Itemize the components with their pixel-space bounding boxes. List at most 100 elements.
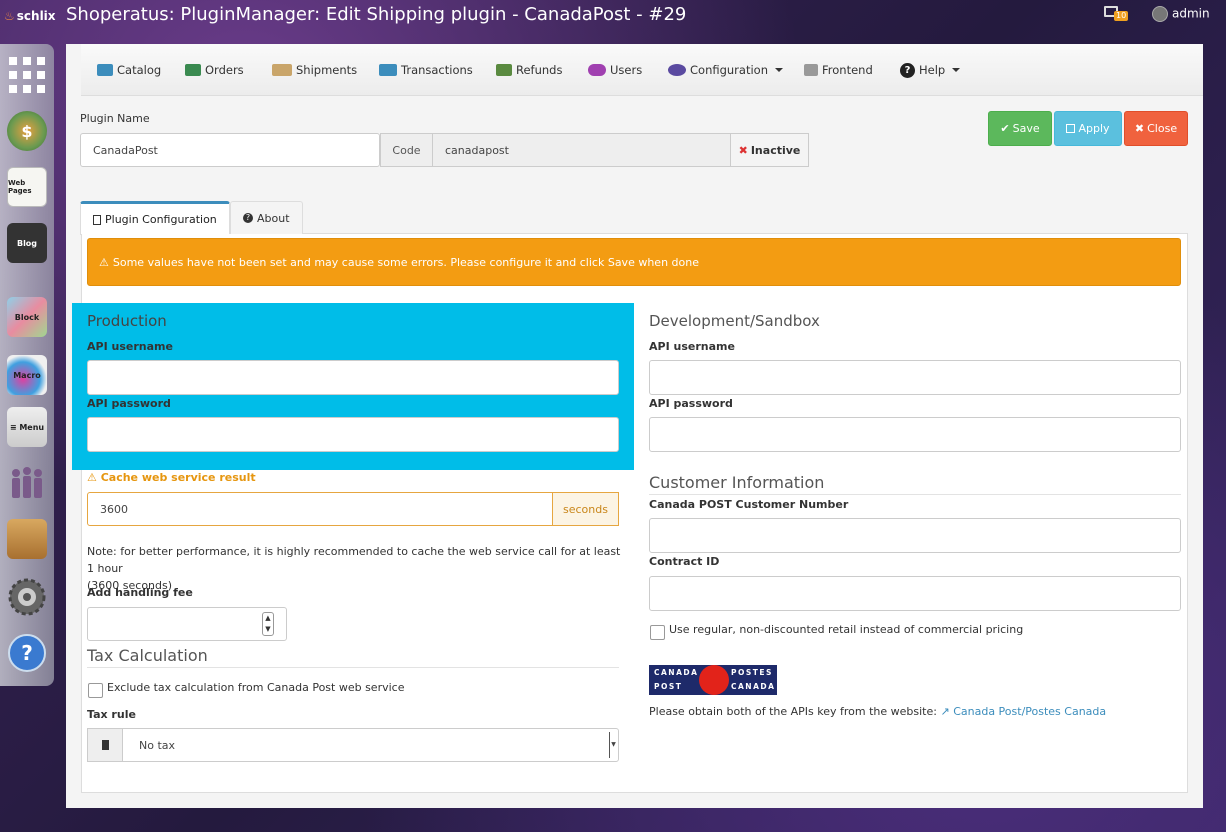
shoperatus-icon[interactable]: $ — [5, 108, 49, 154]
handling-fee-label: Add handling fee — [87, 586, 193, 599]
retail-pricing-checkbox[interactable] — [650, 625, 665, 640]
eagle-icon — [699, 665, 729, 695]
user-name: admin — [1172, 6, 1210, 21]
status-badge[interactable]: ✖ Inactive — [730, 133, 809, 167]
title-bar: ♨ schlix Shoperatus: PluginManager: Edit … — [0, 0, 1226, 32]
help-icon[interactable]: ? — [5, 630, 49, 676]
exclude-tax-label: Exclude tax calculation from Canada Post… — [107, 681, 405, 694]
nav-configuration[interactable]: Configuration — [668, 62, 783, 78]
window-title: Shoperatus: PluginManager: Edit Shipping… — [66, 4, 687, 25]
menu-icon[interactable]: ≡ Menu — [5, 404, 49, 450]
nav-help[interactable]: ? Help — [900, 62, 961, 78]
cache-label: ⚠ Cache web service result — [87, 471, 256, 484]
canada-post-logo: CANADA POST POSTES CANADA — [649, 665, 777, 695]
users-nav-icon — [588, 64, 606, 76]
exclude-tax-checkbox[interactable] — [88, 683, 103, 698]
warning-text: Some values have not been set and may ca… — [112, 255, 699, 269]
tax-rule-label: Tax rule — [87, 708, 136, 721]
apply-icon — [1066, 124, 1076, 133]
nav-transactions[interactable]: Transactions — [379, 62, 473, 78]
warning-icon: ⚠ — [99, 255, 109, 269]
tab-about[interactable]: ? About — [230, 201, 303, 234]
warning-icon: ⚠ — [87, 471, 101, 484]
users-icon[interactable] — [5, 460, 49, 506]
contract-id-input[interactable] — [649, 576, 1181, 611]
prod-api-username-label: API username — [87, 340, 173, 353]
file-icon — [93, 214, 101, 225]
prod-api-username-input[interactable] — [87, 360, 619, 395]
brand-text: schlix — [16, 9, 56, 23]
nav-shipments[interactable]: Shipments — [272, 62, 357, 78]
prod-api-password-label: API password — [87, 397, 171, 410]
divider — [87, 667, 619, 668]
dev-title: Development/Sandbox — [649, 312, 820, 330]
footer-note: Please obtain both of the APIs key from … — [649, 705, 1107, 718]
nav-users[interactable]: Users — [588, 62, 642, 78]
top-navbar: Catalog Orders Shipments Transactions Re… — [81, 44, 1203, 96]
tools-icon[interactable] — [5, 516, 49, 562]
close-button[interactable]: ✖ Close — [1124, 111, 1188, 146]
external-link-icon: ↗ — [940, 705, 950, 718]
check-icon: ✔ — [1000, 122, 1010, 135]
dev-api-password-label: API password — [649, 397, 733, 410]
brand-logo[interactable]: ♨ schlix — [4, 9, 56, 23]
chevron-down-icon — [775, 68, 783, 72]
settings-icon[interactable] — [5, 574, 49, 620]
cache-input[interactable]: 3600 — [87, 492, 553, 526]
avatar — [1152, 6, 1168, 22]
prod-api-password-input[interactable] — [87, 417, 619, 452]
code-input[interactable]: canadapost — [432, 133, 731, 167]
chevron-down-icon: ▼ — [609, 732, 617, 758]
truck-icon — [272, 64, 292, 76]
production-title: Production — [87, 312, 167, 330]
tax-title: Tax Calculation — [87, 646, 208, 665]
contract-id-label: Contract ID — [649, 555, 720, 568]
refund-icon — [496, 64, 512, 76]
nav-refunds[interactable]: Refunds — [496, 62, 562, 78]
macro-icon[interactable]: Macro — [5, 352, 49, 398]
blocks-icon[interactable]: Block — [5, 294, 49, 340]
save-button[interactable]: ✔ Save — [988, 111, 1052, 146]
plugin-name-label: Plugin Name — [80, 112, 150, 125]
nav-frontend[interactable]: Frontend — [804, 62, 873, 78]
notification-count: 10 — [1114, 11, 1129, 21]
dev-api-password-input[interactable] — [649, 417, 1181, 452]
document-icon — [87, 728, 123, 762]
spinner-icon[interactable]: ▲ ▼ — [262, 612, 274, 636]
apps-grid-icon[interactable] — [5, 52, 49, 98]
app-dock: $ Web Pages Blog Block Macro ≡ Menu ? — [0, 44, 54, 686]
flame-icon: ♨ — [4, 9, 15, 23]
main-window: Catalog Orders Shipments Transactions Re… — [66, 44, 1203, 808]
tab-plugin-configuration[interactable]: Plugin Configuration — [80, 201, 230, 235]
seconds-addon: seconds — [552, 492, 619, 526]
plugin-name-input[interactable]: CanadaPost — [80, 133, 380, 167]
retail-pricing-label: Use regular, non-discounted retail inste… — [669, 623, 1024, 636]
notification-button[interactable]: 10 — [1104, 5, 1129, 23]
customer-number-label: Canada POST Customer Number — [649, 498, 849, 511]
help-circle-icon: ? — [900, 62, 915, 78]
cogs-icon — [668, 64, 686, 76]
close-icon: ✖ — [738, 143, 748, 157]
close-icon: ✖ — [1134, 122, 1145, 135]
customer-number-input[interactable] — [649, 518, 1181, 553]
chevron-down-icon — [952, 68, 961, 72]
web-pages-icon[interactable]: Web Pages — [5, 164, 49, 210]
dev-api-username-input[interactable] — [649, 360, 1181, 395]
frontend-icon — [804, 64, 818, 76]
canada-post-link[interactable]: ↗ Canada Post/Postes Canada — [940, 705, 1106, 718]
user-menu[interactable]: admin — [1152, 6, 1210, 22]
catalog-icon — [97, 64, 113, 76]
divider — [649, 494, 1181, 495]
nav-orders[interactable]: Orders — [185, 62, 244, 78]
card-icon — [379, 64, 397, 76]
apply-button[interactable]: Apply — [1054, 111, 1122, 146]
dev-api-username-label: API username — [649, 340, 735, 353]
tax-rule-select[interactable]: No tax ▼ — [122, 728, 619, 762]
customer-title: Customer Information — [649, 473, 825, 492]
handling-fee-input[interactable]: ▲ ▼ — [87, 607, 287, 641]
svg-text:?: ? — [21, 641, 33, 665]
orders-icon — [185, 64, 201, 76]
blog-icon[interactable]: Blog — [5, 220, 49, 266]
question-circle-icon: ? — [243, 213, 253, 223]
nav-catalog[interactable]: Catalog — [97, 62, 161, 78]
